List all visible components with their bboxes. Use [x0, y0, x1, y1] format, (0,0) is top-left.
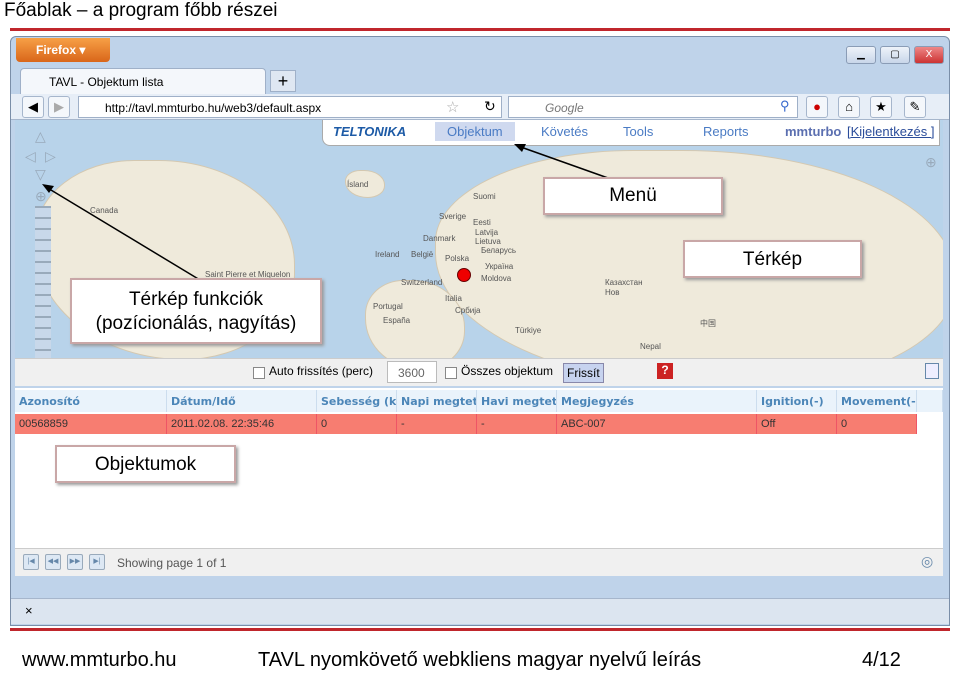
footer-doc-title: TAVL nyomkövető webkliens magyar nyelvű … [258, 649, 702, 671]
callout-map-functions: Térkép funkciók (pozícionálás, nagyítás) [70, 278, 322, 344]
footer-divider [10, 628, 950, 631]
map-functions-arrow [45, 186, 201, 281]
footer-site: www.mmturbo.hu [22, 649, 177, 671]
callout-map-functions-line2: (pozícionálás, nagyítás) [95, 313, 297, 334]
callout-map-functions-line1: Térkép funkciók [128, 289, 264, 310]
page-number: 4/12 [862, 649, 901, 671]
callout-map: Térkép [683, 240, 862, 278]
menu-arrow [517, 145, 609, 179]
callout-menu: Menü [543, 177, 723, 215]
callout-objects: Objektumok [55, 445, 236, 483]
